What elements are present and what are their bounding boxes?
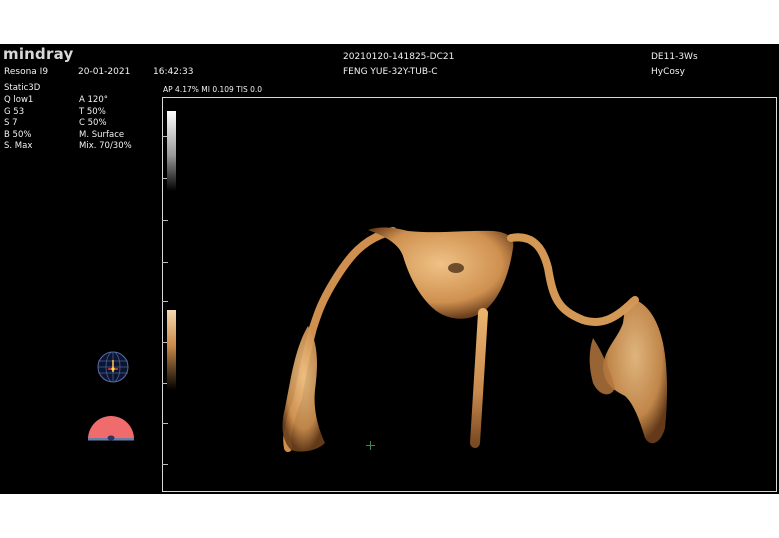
tint-colormap-bar	[167, 310, 176, 390]
acoustic-info-bar: AP 4.17% MI 0.109 TIS 0.0	[163, 85, 263, 94]
patient-info: FENG YUE-32Y-TUB-C	[343, 67, 438, 77]
param-left-0: Q low1	[4, 95, 34, 105]
3d-render-image	[282, 227, 668, 452]
mindray-logo: mindray	[3, 45, 74, 63]
param-right-3: M. Surface	[79, 129, 125, 140]
param-right-1: T 50%	[79, 106, 106, 117]
param-left-1: G 53	[4, 106, 25, 117]
exam-date: 20-01-2021	[78, 67, 131, 77]
exam-type: HyCosy	[651, 67, 685, 77]
exam-time: 16:42:33	[153, 67, 194, 77]
crosshair-cursor-icon	[366, 441, 375, 450]
grayscale-bar	[167, 111, 176, 191]
image-viewport[interactable]	[162, 97, 777, 492]
probe-code: DE11-3Ws	[651, 52, 698, 62]
probe-sector-icon[interactable]	[86, 409, 136, 443]
study-id: 20210120-141825-DC21	[343, 52, 455, 62]
param-left-3: B 50%	[4, 129, 32, 140]
ultrasound-screen: mindray 20210120-141825-DC21 DE11-3Ws Re…	[0, 44, 779, 494]
orientation-globe-icon[interactable]	[96, 350, 130, 384]
system-name: Resona I9	[4, 67, 49, 77]
param-right-2: C 50%	[79, 118, 107, 128]
param-left-2: S 7	[4, 118, 18, 128]
imaging-mode: Static3D	[4, 83, 41, 93]
param-right-4: Mix. 70/30%	[79, 141, 132, 151]
param-left-4: S. Max	[4, 141, 33, 151]
param-right-0: A 120°	[79, 95, 108, 105]
